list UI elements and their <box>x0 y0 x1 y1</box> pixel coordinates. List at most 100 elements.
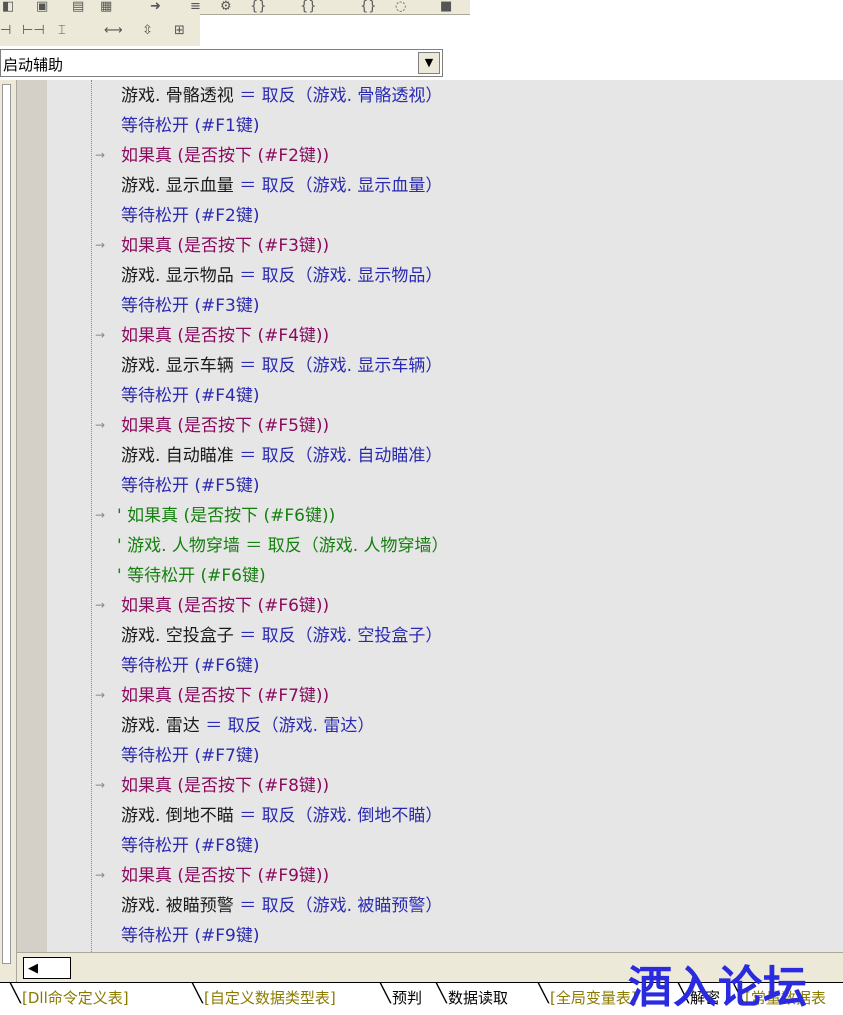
assign-value: 取反（游戏. 倒地不瞄） <box>261 806 443 826</box>
flow-arrow-icon: → <box>95 688 106 702</box>
left-panel-strip <box>0 80 17 982</box>
scroll-left-button[interactable]: ◀ <box>23 957 71 979</box>
code-line[interactable]: ' 等待松开 (#F6键) <box>117 564 266 588</box>
subroutine-select[interactable]: 启动辅助 ▼ <box>0 49 443 77</box>
if-statement: 如果真 (是否按下 (#F7键)) <box>121 686 330 706</box>
call-statement: 等待松开 (#F7键) <box>121 746 260 766</box>
assign-target: 游戏. 空投盒子 <box>121 626 234 646</box>
assign-operator: ＝ <box>233 626 262 646</box>
code-line[interactable]: 游戏. 显示物品 ＝ 取反（游戏. 显示物品） <box>121 264 442 288</box>
assign-target: 游戏. 显示车辆 <box>121 356 234 376</box>
code-line[interactable]: ' 如果真 (是否按下 (#F6键)) <box>117 504 335 528</box>
main-toolbar: ◧ ▣ ▤ ▦ ➜ ≡ ⚙ {} {} {} ◌ ■ <box>0 0 470 15</box>
code-line[interactable]: 游戏. 显示车辆 ＝ 取反（游戏. 显示车辆） <box>121 354 442 378</box>
assign-target: 游戏. 自动瞄准 <box>121 446 234 466</box>
width-icon[interactable]: ⟷ <box>104 24 123 38</box>
if-statement: 如果真 (是否按下 (#F6键)) <box>121 596 330 616</box>
flow-arrow-icon: → <box>95 508 106 522</box>
toolbar-button-icon[interactable]: ◧ <box>2 0 14 14</box>
align-icon[interactable]: ⊣ <box>0 24 11 38</box>
assign-operator: ＝ <box>233 896 262 916</box>
call-statement: 等待松开 (#F6键) <box>121 656 260 676</box>
code-line[interactable]: 等待松开 (#F2键) <box>121 204 260 228</box>
code-line[interactable]: ' 游戏. 人物穿墙 ＝ 取反（游戏. 人物穿墙） <box>117 534 449 558</box>
toolbar-button-icon[interactable]: ➜ <box>150 0 161 14</box>
tab-separator: ╲ <box>10 983 21 1004</box>
code-line[interactable]: 等待松开 (#F1键) <box>121 114 260 138</box>
code-line[interactable]: 如果真 (是否按下 (#F6键)) <box>121 594 329 618</box>
code-line[interactable]: 如果真 (是否按下 (#F3键)) <box>121 234 329 258</box>
code-line[interactable]: 如果真 (是否按下 (#F9键)) <box>121 864 329 888</box>
toolbar-button-icon[interactable]: ■ <box>440 0 452 14</box>
call-statement: 等待松开 (#F8键) <box>121 836 260 856</box>
code-editor[interactable]: 游戏. 骨骼透视 ＝ 取反（游戏. 骨骼透视） 等待松开 (#F1键) → 如果真 (… <box>47 80 843 952</box>
assign-target: 游戏. 显示物品 <box>121 266 234 286</box>
assign-target: 游戏. 骨骼透视 <box>121 86 234 106</box>
code-line[interactable]: 游戏. 骨骼透视 ＝ 取反（游戏. 骨骼透视） <box>121 84 442 108</box>
toolbar-button-icon[interactable]: ⚙ <box>220 0 232 14</box>
code-line[interactable]: 游戏. 空投盒子 ＝ 取反（游戏. 空投盒子） <box>121 624 442 648</box>
if-statement: 如果真 (是否按下 (#F8键)) <box>121 776 330 796</box>
assign-operator: ＝ <box>233 356 262 376</box>
code-line[interactable]: 等待松开 (#F3键) <box>121 294 260 318</box>
call-statement: 等待松开 (#F1键) <box>121 116 260 136</box>
flow-arrow-icon: → <box>95 328 106 342</box>
flow-arrow-icon: → <box>95 418 106 432</box>
toolbar-button-icon[interactable]: {} <box>250 0 267 14</box>
toolbar-button-icon[interactable]: ◌ <box>395 0 406 14</box>
bottom-tab[interactable]: 预判 <box>392 987 422 1008</box>
code-line[interactable]: 如果真 (是否按下 (#F5键)) <box>121 414 329 438</box>
assign-operator: ＝ <box>233 806 262 826</box>
code-line[interactable]: 游戏. 自动瞄准 ＝ 取反（游戏. 自动瞄准） <box>121 444 442 468</box>
code-line[interactable]: 等待松开 (#F6键) <box>121 654 260 678</box>
assign-operator: ＝ <box>233 446 262 466</box>
toolbar-button-icon[interactable]: ▤ <box>72 0 84 14</box>
align-icon[interactable]: ⊢⊣ <box>22 24 45 38</box>
tab-separator: ╲ <box>192 983 203 1004</box>
assign-target: 游戏. 显示血量 <box>121 176 234 196</box>
code-line[interactable]: 等待松开 (#F4键) <box>121 384 260 408</box>
code-line[interactable]: 游戏. 倒地不瞄 ＝ 取反（游戏. 倒地不瞄） <box>121 804 442 828</box>
assign-value: 取反（游戏. 显示物品） <box>261 266 443 286</box>
height-icon[interactable]: ⇳ <box>142 24 153 38</box>
code-line[interactable]: 等待松开 (#F9键) <box>121 924 260 948</box>
toolbar-button-icon[interactable]: ≡ <box>190 0 201 14</box>
if-statement: 如果真 (是否按下 (#F4键)) <box>121 326 330 346</box>
code-line[interactable]: 等待松开 (#F8键) <box>121 834 260 858</box>
bottom-tab[interactable]: 数据读取 <box>448 987 508 1008</box>
code-line[interactable]: 游戏. 显示血量 ＝ 取反（游戏. 显示血量） <box>121 174 442 198</box>
subroutine-select-value: 启动辅助 <box>3 56 64 74</box>
size-icon[interactable]: ⊞ <box>174 24 185 38</box>
toolbar-button-icon[interactable]: ▦ <box>100 0 112 14</box>
align-icon[interactable]: ⌶ <box>58 24 66 38</box>
combo-dropdown-arrow-icon[interactable]: ▼ <box>418 52 440 74</box>
flow-arrow-icon: → <box>95 598 106 612</box>
bottom-tab[interactable]: [全局变量表] <box>550 987 637 1008</box>
comment-text: ' 游戏. 人物穿墙 ＝ 取反（游戏. 人物穿墙） <box>117 536 449 556</box>
code-line[interactable]: 等待松开 (#F5键) <box>121 474 260 498</box>
comment-text: ' 如果真 (是否按下 (#F6键)) <box>117 506 336 526</box>
code-line[interactable]: 游戏. 雷达 ＝ 取反（游戏. 雷达） <box>121 714 374 738</box>
bottom-tab[interactable]: [自定义数据类型表] <box>204 987 336 1008</box>
code-line[interactable]: 如果真 (是否按下 (#F4键)) <box>121 324 329 348</box>
code-line[interactable]: 等待松开 (#F7键) <box>121 744 260 768</box>
code-line[interactable]: 如果真 (是否按下 (#F8键)) <box>121 774 329 798</box>
toolbar-button-icon[interactable]: {} <box>300 0 317 14</box>
toolbar-button-icon[interactable]: {} <box>360 0 377 14</box>
toolbar-button-icon[interactable]: ▣ <box>36 0 48 14</box>
assign-value: 取反（游戏. 显示血量） <box>261 176 443 196</box>
left-panel-tab[interactable] <box>2 84 11 964</box>
code-line[interactable]: 游戏. 被瞄预警 ＝ 取反（游戏. 被瞄预警） <box>121 894 442 918</box>
assign-value: 取反（游戏. 雷达） <box>227 716 375 736</box>
assign-target: 游戏. 被瞄预警 <box>121 896 234 916</box>
assign-target: 游戏. 雷达 <box>121 716 200 736</box>
call-statement: 等待松开 (#F2键) <box>121 206 260 226</box>
assign-operator: ＝ <box>233 266 262 286</box>
tab-separator: ╲ <box>538 983 549 1004</box>
bottom-tab[interactable]: [Dll命令定义表] <box>22 987 129 1008</box>
if-statement: 如果真 (是否按下 (#F9键)) <box>121 866 330 886</box>
code-line[interactable]: 如果真 (是否按下 (#F7键)) <box>121 684 329 708</box>
flow-arrow-icon: → <box>95 238 106 252</box>
watermark-logo: 酒入论坛 <box>628 962 808 1013</box>
code-line[interactable]: 如果真 (是否按下 (#F2键)) <box>121 144 329 168</box>
